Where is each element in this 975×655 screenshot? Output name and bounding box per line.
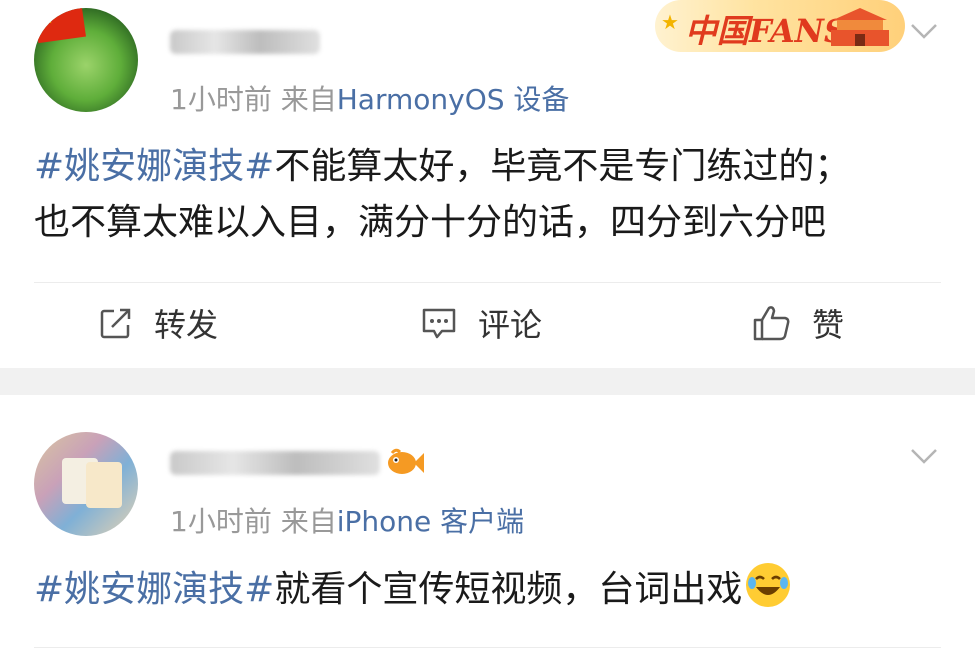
username-blurred[interactable] xyxy=(170,30,320,54)
like-label: 赞 xyxy=(812,306,845,344)
username-blurred[interactable] xyxy=(170,451,380,475)
source-prefix: 来自 xyxy=(280,505,337,538)
thumbs-up-icon xyxy=(753,306,790,341)
content-line-1: 就看个宣传短视频，台词出戏 xyxy=(274,569,743,610)
comment-button[interactable]: 评论 xyxy=(420,300,542,346)
hashtag-link[interactable]: #姚安娜演技# xyxy=(34,146,274,187)
weibo-post: 1小时前 来自iPhone 客户端 #姚安娜演技#就看个宣传短视频，台词出戏 xyxy=(0,395,975,655)
avatar[interactable]: ★ xyxy=(34,8,138,112)
comment-label: 评论 xyxy=(478,306,543,344)
weibo-post: ★ ★ 中国FANS 1小时前 来自HarmonyOS 设备 #姚安娜演技#不能… xyxy=(0,0,975,368)
post-separator xyxy=(0,368,975,395)
china-flag-icon: ★ xyxy=(34,8,86,44)
badge-label: 中国FANS xyxy=(685,12,848,50)
divider xyxy=(34,647,941,648)
post-time: 1小时前 xyxy=(170,83,272,116)
star-icon: ★ xyxy=(661,10,679,34)
china-fans-badge[interactable]: ★ 中国FANS xyxy=(655,0,905,52)
divider xyxy=(34,282,941,283)
tiananmen-icon xyxy=(831,8,889,46)
source-prefix: 来自 xyxy=(280,83,337,116)
content-line-2: 也不算太难以入目，满分十分的话，四分到六分吧 xyxy=(34,202,827,243)
chevron-down-icon[interactable] xyxy=(909,441,939,471)
chevron-down-icon[interactable] xyxy=(909,16,939,46)
repost-button[interactable]: 转发 xyxy=(98,300,218,346)
repost-label: 转发 xyxy=(154,306,219,344)
avatar[interactable] xyxy=(34,432,138,536)
like-button[interactable]: 赞 xyxy=(752,300,844,346)
laughing-tears-emoji-icon xyxy=(746,563,791,607)
hashtag-link[interactable]: #姚安娜演技# xyxy=(34,569,274,610)
comment-icon xyxy=(422,308,456,339)
post-meta: 1小时前 来自iPhone 客户端 xyxy=(170,500,524,540)
content-line-1: 不能算太好，毕竟不是专门练过的； xyxy=(274,146,851,187)
post-meta: 1小时前 来自HarmonyOS 设备 xyxy=(170,78,569,118)
source-device-link[interactable]: iPhone 客户端 xyxy=(337,505,524,538)
post-content: #姚安娜演技#就看个宣传短视频，台词出戏 xyxy=(34,562,791,618)
post-time: 1小时前 xyxy=(170,505,272,538)
source-device-link[interactable]: HarmonyOS 设备 xyxy=(337,83,570,116)
post-content: #姚安娜演技#不能算太好，毕竟不是专门练过的； 也不算太难以入目，满分十分的话，… xyxy=(34,139,850,251)
fish-icon xyxy=(388,448,424,474)
repost-icon xyxy=(100,308,131,339)
